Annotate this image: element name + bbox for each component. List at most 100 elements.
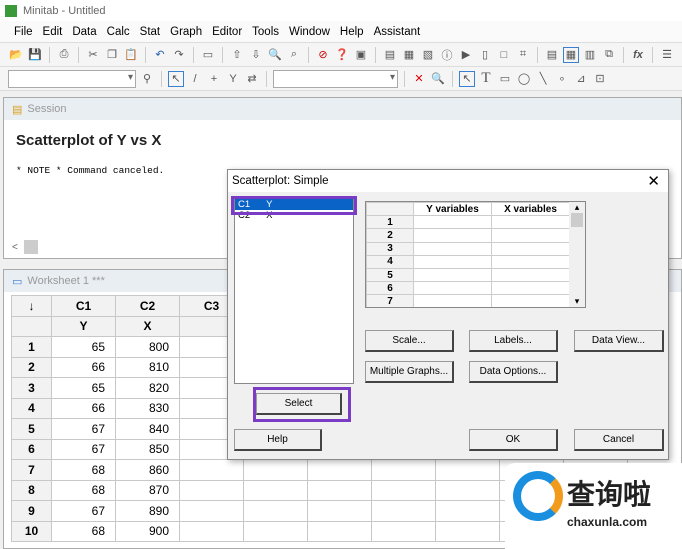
column-name[interactable]: Y <box>51 315 116 337</box>
scroll-left-icon[interactable]: < <box>12 242 18 253</box>
x-variable-cell[interactable] <box>491 228 570 243</box>
menu-editor[interactable]: Editor <box>212 26 242 38</box>
cell[interactable] <box>179 500 244 522</box>
help-icon[interactable]: ❓ <box>334 47 350 63</box>
menu-assistant[interactable]: Assistant <box>374 26 421 38</box>
cell-y[interactable]: 68 <box>51 459 116 481</box>
pointer-icon[interactable]: ↖ <box>459 70 475 87</box>
rectangle-icon[interactable]: ▭ <box>497 71 513 87</box>
cancel-icon[interactable]: ⊘ <box>315 47 331 63</box>
session-icon[interactable]: ▤ <box>544 47 560 63</box>
cell-x[interactable]: 830 <box>115 397 180 419</box>
cell[interactable] <box>243 459 308 481</box>
arrow-down-icon[interactable]: ⇩ <box>248 47 264 63</box>
cell-y[interactable]: 67 <box>51 418 116 440</box>
cell-y[interactable]: 67 <box>51 438 116 460</box>
labels-button[interactable]: Labels... <box>469 330 558 352</box>
cancel-button[interactable]: Cancel <box>574 429 664 451</box>
row-number[interactable]: 9 <box>11 500 52 522</box>
x-variable-cell[interactable] <box>491 267 570 283</box>
cell[interactable] <box>179 459 244 481</box>
report-pad-icon[interactable]: ▯ <box>477 47 493 63</box>
cell-x[interactable]: 810 <box>115 356 180 378</box>
cell[interactable] <box>243 520 308 542</box>
cell-y[interactable]: 65 <box>51 377 116 399</box>
polyline-icon[interactable]: ⊿ <box>573 71 589 87</box>
help-button[interactable]: Help <box>234 429 322 451</box>
column-header[interactable]: C2 <box>115 295 180 317</box>
multiple-graphs-button[interactable]: Multiple Graphs... <box>365 361 454 383</box>
cell-x[interactable]: 850 <box>115 438 180 460</box>
menu-stat[interactable]: Stat <box>140 26 160 38</box>
menu-file[interactable]: File <box>14 26 33 38</box>
y-variable-cell[interactable] <box>413 215 492 230</box>
row-number[interactable]: 8 <box>11 479 52 501</box>
data-window-icon[interactable]: ▦ <box>563 46 579 63</box>
cell-y[interactable]: 66 <box>51 356 116 378</box>
x-variable-cell[interactable] <box>491 294 570 307</box>
session-window-icon[interactable]: ▤ <box>382 47 398 63</box>
cell-x[interactable]: 820 <box>115 377 180 399</box>
y-variable-cell[interactable] <box>413 267 492 283</box>
new-worksheet-icon[interactable]: □ <box>496 47 512 63</box>
menu-edit[interactable]: Edit <box>43 26 63 38</box>
row-number[interactable]: 4 <box>11 397 52 419</box>
x-variable-cell[interactable] <box>491 215 570 230</box>
cell-y[interactable]: 68 <box>51 520 116 542</box>
variables-table[interactable]: Y variables X variables 1 2 3 4 5 6 7 ▴ ▾ <box>365 201 586 308</box>
cell-y[interactable]: 65 <box>51 336 116 358</box>
cell-y[interactable]: 67 <box>51 500 116 522</box>
flag-icon[interactable]: Y <box>225 71 241 87</box>
menu-tools[interactable]: Tools <box>252 26 279 38</box>
stop-icon[interactable]: ▣ <box>353 47 369 63</box>
x-variable-cell[interactable] <box>491 254 570 269</box>
graphs-icon[interactable]: ▧ <box>420 47 436 63</box>
pen-icon[interactable]: / <box>187 71 203 87</box>
cell[interactable] <box>371 479 436 501</box>
cell[interactable] <box>435 520 500 542</box>
graph-select-combo[interactable] <box>8 69 136 88</box>
replace-icon[interactable]: ⌕ <box>286 47 302 63</box>
cell-x[interactable]: 800 <box>115 336 180 358</box>
redo-icon[interactable]: ↷ <box>171 47 187 63</box>
row-number[interactable]: 5 <box>11 418 52 440</box>
row-number[interactable]: 7 <box>11 459 52 481</box>
insert-rows-icon[interactable]: ☰ <box>659 47 675 63</box>
history-icon[interactable]: ▶ <box>458 47 474 63</box>
horizontal-scrollbar[interactable]: < <box>12 240 38 254</box>
cell[interactable] <box>307 500 372 522</box>
variable-list[interactable]: C1 Y C2 X <box>234 198 354 384</box>
undo-icon[interactable]: ↶ <box>152 47 168 63</box>
cell[interactable] <box>179 520 244 542</box>
layout-icon[interactable]: ▥ <box>582 47 598 63</box>
cell[interactable] <box>243 500 308 522</box>
cell[interactable] <box>435 500 500 522</box>
crosshair-icon[interactable]: + <box>206 71 222 87</box>
cell-x[interactable]: 890 <box>115 500 180 522</box>
menu-help[interactable]: Help <box>340 26 364 38</box>
menu-calc[interactable]: Calc <box>107 26 130 38</box>
delete-icon[interactable]: ✕ <box>411 71 427 87</box>
data-view-button[interactable]: Data View... <box>574 330 664 352</box>
print-icon[interactable]: ⎙ <box>56 47 72 63</box>
copy-icon[interactable]: ❐ <box>104 47 120 63</box>
cell[interactable] <box>179 479 244 501</box>
worksheets-icon[interactable]: ▦ <box>401 47 417 63</box>
info-icon[interactable]: ⓘ <box>439 47 455 63</box>
corner-cell[interactable]: ↓ <box>11 295 52 317</box>
scroll-thumb[interactable] <box>23 240 38 254</box>
cell[interactable] <box>435 479 500 501</box>
row-number[interactable]: 1 <box>11 336 52 358</box>
menu-window[interactable]: Window <box>289 26 330 38</box>
brush-icon[interactable]: ⚲ <box>139 71 155 87</box>
row-number[interactable]: 2 <box>11 356 52 378</box>
cell[interactable] <box>307 459 372 481</box>
cell-x[interactable]: 860 <box>115 459 180 481</box>
row-number[interactable]: 6 <box>11 438 52 460</box>
y-variable-cell[interactable] <box>413 294 492 307</box>
y-variable-cell[interactable] <box>413 228 492 243</box>
open-icon[interactable]: 📂 <box>8 47 24 63</box>
edit-last-dialog-icon[interactable]: ▭ <box>200 47 216 63</box>
column-header[interactable]: C1 <box>51 295 116 317</box>
cell[interactable] <box>243 479 308 501</box>
